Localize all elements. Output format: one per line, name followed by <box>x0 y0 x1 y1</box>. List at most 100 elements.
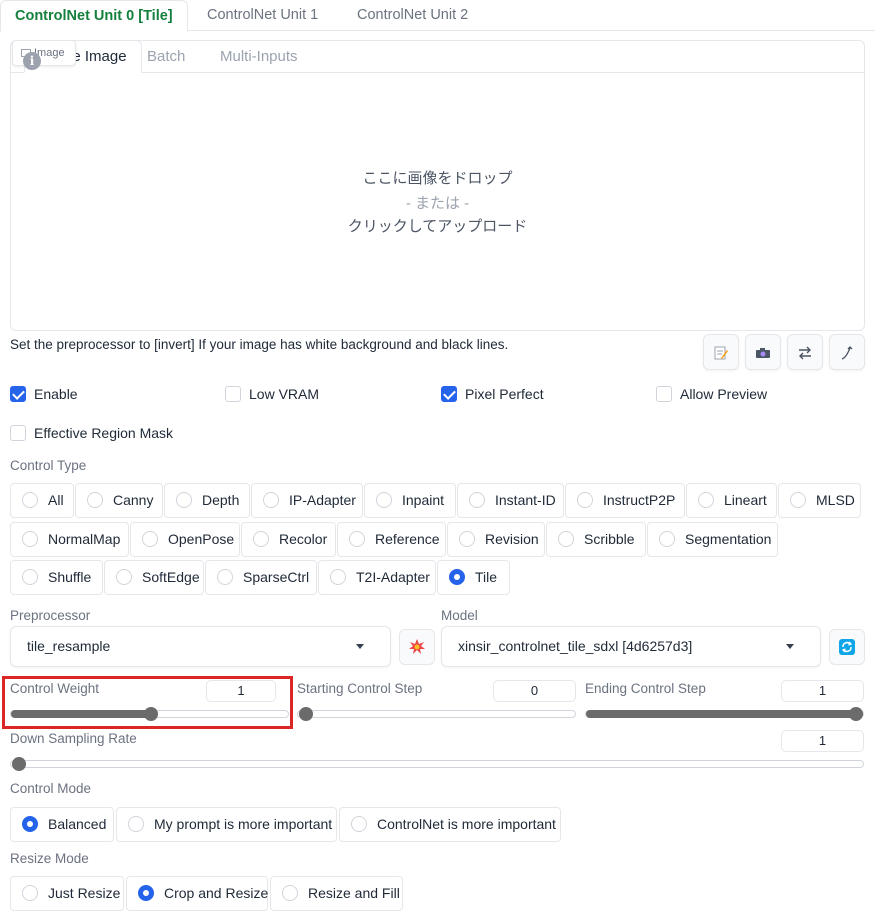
control-type-reference[interactable]: Reference <box>337 522 446 557</box>
tab-unit-1[interactable]: ControlNet Unit 1 <box>193 0 332 31</box>
effective-region-mask-check-icon[interactable] <box>10 425 26 441</box>
down-sampling-label: Down Sampling Rate <box>10 731 137 746</box>
down-sampling-slider[interactable] <box>10 757 864 771</box>
effective-region-mask-checkbox[interactable]: Effective Region Mask <box>10 423 173 443</box>
radio-icon[interactable] <box>469 492 485 508</box>
low-vram-check-icon[interactable] <box>225 386 241 402</box>
control-type-openpose[interactable]: OpenPose <box>130 522 240 557</box>
enable-checkbox[interactable]: Enable <box>10 384 78 404</box>
control-type-all[interactable]: All <box>10 483 74 518</box>
run-preprocessor-button[interactable] <box>399 629 435 665</box>
radio-icon[interactable] <box>22 885 38 901</box>
control-type-canny[interactable]: Canny <box>75 483 163 518</box>
control-type-normalmap[interactable]: NormalMap <box>10 522 129 557</box>
option-label: Inpaint <box>402 492 445 508</box>
radio-icon[interactable] <box>376 492 392 508</box>
option-label: Scribble <box>584 531 635 547</box>
radio-icon[interactable] <box>87 492 103 508</box>
control-type-inpaint[interactable]: Inpaint <box>364 483 456 518</box>
control-mode-label: Control Mode <box>10 781 92 796</box>
ending-step-handle[interactable] <box>849 707 863 721</box>
tab-multi-inputs[interactable]: Multi-Inputs <box>206 41 312 73</box>
model-dropdown[interactable]: xinsir_controlnet_tile_sdxl [4d6257d3] <box>441 626 821 667</box>
radio-icon[interactable] <box>659 531 675 547</box>
control-type-tile[interactable]: Tile <box>437 560 510 595</box>
curve-arrow-icon <box>841 346 853 360</box>
tab-batch[interactable]: Batch <box>133 41 199 73</box>
radio-icon[interactable] <box>142 531 158 547</box>
option-label: Resize and Fill <box>308 885 400 901</box>
ending-step-slider[interactable] <box>585 707 864 721</box>
radio-icon[interactable] <box>558 531 574 547</box>
radio-icon[interactable] <box>116 569 132 585</box>
control-mode-prompt-important[interactable]: My prompt is more important <box>116 807 337 842</box>
swap-button[interactable] <box>787 334 823 370</box>
radio-icon[interactable] <box>351 816 367 832</box>
radio-icon[interactable] <box>176 492 192 508</box>
resize-mode-crop-and-resize[interactable]: Crop and Resize <box>126 876 268 911</box>
resize-mode-label: Resize Mode <box>10 851 89 866</box>
control-type-instructp2p[interactable]: InstructP2P <box>565 483 685 518</box>
resize-mode-just-resize[interactable]: Just Resize <box>10 876 124 911</box>
control-type-instant-id[interactable]: Instant-ID <box>457 483 564 518</box>
control-type-sparsectrl[interactable]: SparseCtrl <box>205 560 317 595</box>
edit-button[interactable] <box>703 334 739 370</box>
option-label: Instant-ID <box>495 492 556 508</box>
tab-unit-2[interactable]: ControlNet Unit 2 <box>343 0 482 31</box>
low-vram-checkbox[interactable]: Low VRAM <box>225 384 319 404</box>
info-icon[interactable]: i <box>23 52 41 70</box>
down-sampling-input[interactable]: 1 <box>781 730 864 752</box>
option-label: Depth <box>202 492 240 508</box>
starting-step-slider[interactable] <box>297 707 576 721</box>
control-type-depth[interactable]: Depth <box>164 483 250 518</box>
radio-icon[interactable] <box>22 531 38 547</box>
control-type-ip-adapter[interactable]: IP-Adapter <box>251 483 363 518</box>
radio-icon[interactable] <box>790 492 806 508</box>
starting-step-handle[interactable] <box>299 707 313 721</box>
option-label: Revision <box>485 531 539 547</box>
radio-icon[interactable] <box>22 492 38 508</box>
tab-unit-0[interactable]: ControlNet Unit 0 [Tile] <box>0 0 188 32</box>
control-type-t2i-adapter[interactable]: T2I-Adapter <box>318 560 436 595</box>
ending-step-input[interactable]: 1 <box>781 680 864 702</box>
radio-icon[interactable] <box>577 492 593 508</box>
radio-icon[interactable] <box>459 531 475 547</box>
radio-icon[interactable] <box>138 885 154 901</box>
control-type-scribble[interactable]: Scribble <box>546 522 646 557</box>
allow-preview-checkbox[interactable]: Allow Preview <box>656 384 767 404</box>
curve-button[interactable] <box>829 334 865 370</box>
radio-icon[interactable] <box>349 531 365 547</box>
control-type-recolor[interactable]: Recolor <box>241 522 336 557</box>
control-type-lineart[interactable]: Lineart <box>686 483 777 518</box>
radio-icon[interactable] <box>449 569 465 585</box>
control-mode-balanced[interactable]: Balanced <box>10 807 114 842</box>
allow-preview-check-icon[interactable] <box>656 386 672 402</box>
pixel-perfect-checkbox[interactable]: Pixel Perfect <box>441 384 544 404</box>
option-label: All <box>48 492 64 508</box>
swap-icon <box>799 346 811 360</box>
down-sampling-handle[interactable] <box>12 757 26 771</box>
radio-icon[interactable] <box>253 531 269 547</box>
control-type-mlsd[interactable]: MLSD <box>778 483 861 518</box>
edit-icon <box>714 346 728 360</box>
radio-icon[interactable] <box>330 569 346 585</box>
radio-icon[interactable] <box>263 492 279 508</box>
control-type-softedge[interactable]: SoftEdge <box>104 560 204 595</box>
preprocessor-dropdown[interactable]: tile_resample <box>10 626 391 667</box>
enable-check-icon[interactable] <box>10 386 26 402</box>
radio-icon[interactable] <box>22 569 38 585</box>
radio-icon[interactable] <box>22 816 38 832</box>
radio-icon[interactable] <box>698 492 714 508</box>
radio-icon[interactable] <box>128 816 144 832</box>
control-mode-controlnet-important[interactable]: ControlNet is more important <box>339 807 561 842</box>
camera-button[interactable] <box>745 334 781 370</box>
radio-icon[interactable] <box>282 885 298 901</box>
pixel-perfect-check-icon[interactable] <box>441 386 457 402</box>
starting-step-input[interactable]: 0 <box>493 680 576 702</box>
control-type-shuffle[interactable]: Shuffle <box>10 560 103 595</box>
resize-mode-resize-and-fill[interactable]: Resize and Fill <box>270 876 403 911</box>
control-type-revision[interactable]: Revision <box>447 522 545 557</box>
control-type-segmentation[interactable]: Segmentation <box>647 522 778 557</box>
radio-icon[interactable] <box>217 569 233 585</box>
refresh-models-button[interactable] <box>829 629 865 665</box>
